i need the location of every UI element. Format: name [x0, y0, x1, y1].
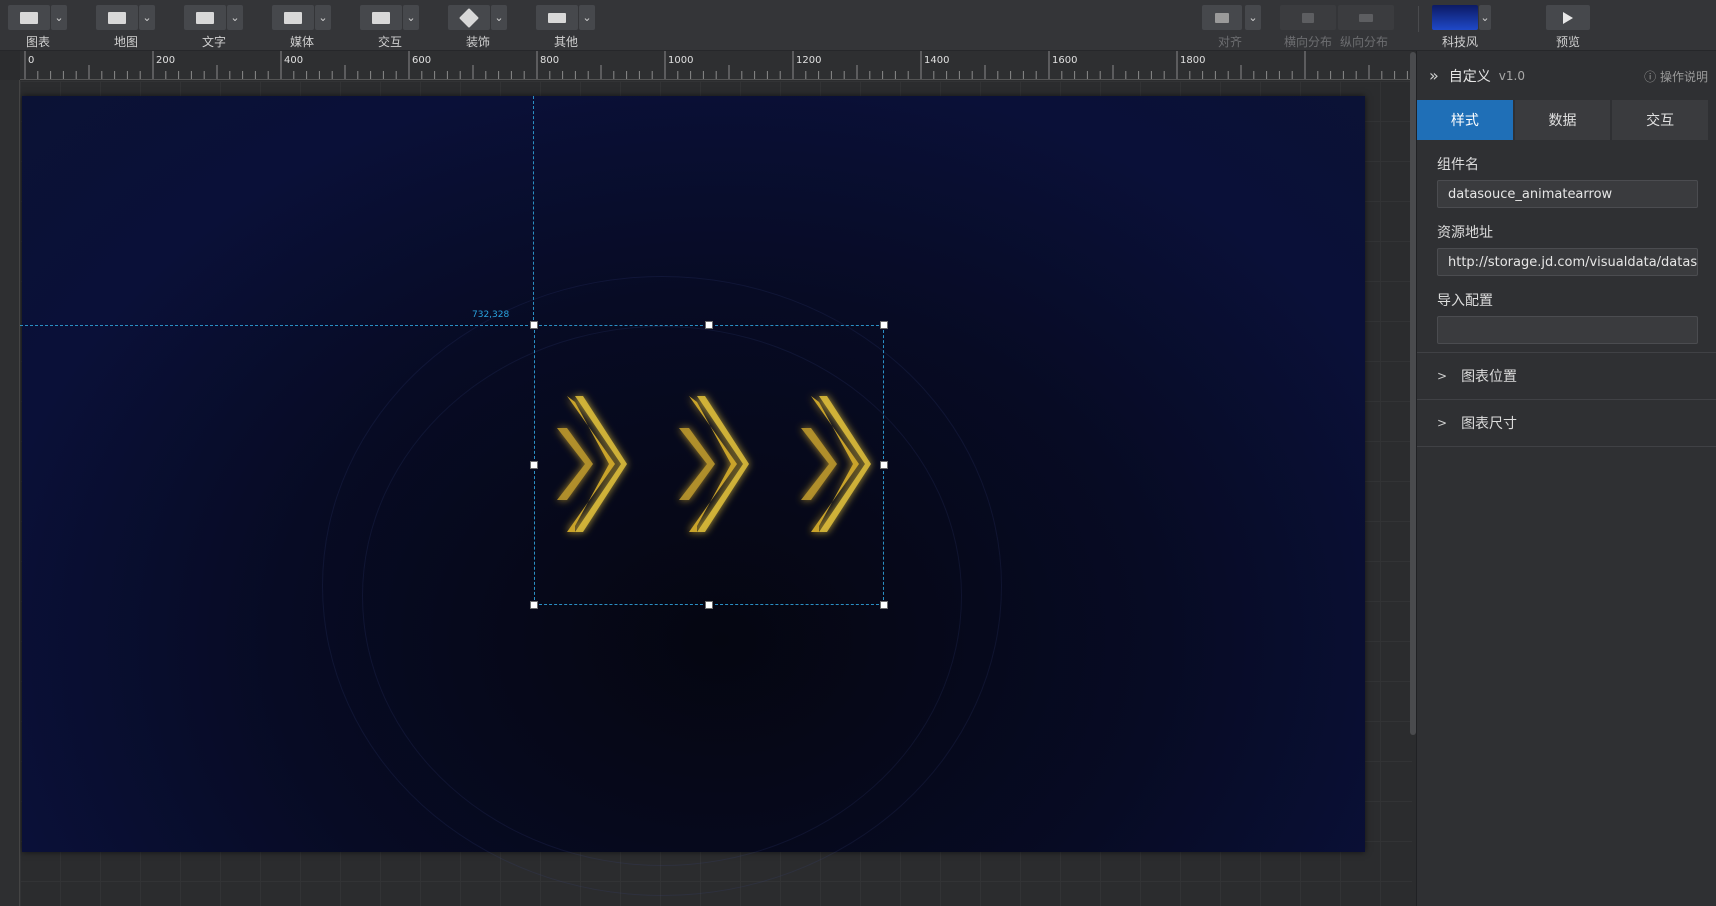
distribute-vertical-icon[interactable]: [1338, 5, 1394, 30]
resource-url-label: 资源地址: [1437, 225, 1493, 241]
theme-selector[interactable]: ⌄ 科技风: [1432, 5, 1492, 51]
ruler-label: 800: [540, 55, 559, 66]
resize-handle-sw[interactable]: [530, 601, 538, 609]
chevron-down-icon[interactable]: ⌄: [227, 5, 243, 30]
import-config-label: 导入配置: [1437, 293, 1493, 309]
media-icon[interactable]: [272, 5, 314, 30]
guide-line-horizontal: [20, 325, 533, 326]
chevron-down-icon[interactable]: ⌄: [1479, 5, 1491, 30]
component-name-input[interactable]: datasouce_animatearrow: [1437, 180, 1698, 208]
ruler-label: 1600: [1052, 55, 1077, 66]
chevron-down-icon[interactable]: ⌄: [139, 5, 155, 30]
resize-handle-n[interactable]: [705, 321, 713, 329]
chevron-down-icon[interactable]: ⌄: [579, 5, 595, 30]
ruler-label: 1800: [1180, 55, 1205, 66]
tool-decoration[interactable]: ⌄ 装饰: [448, 5, 508, 51]
arrow-icon: [557, 396, 627, 532]
info-icon: ⓘ: [1644, 70, 1660, 84]
chevron-down-icon[interactable]: ⌄: [403, 5, 419, 30]
section-divider: [1417, 446, 1716, 447]
more-icon[interactable]: [536, 5, 578, 30]
arrow-icon: [679, 396, 749, 532]
tool-text[interactable]: ⌄ 文字: [184, 5, 244, 51]
distribute-horizontal-icon[interactable]: [1280, 5, 1336, 30]
property-panel: » 自定义 v1.0 ⓘ 操作说明 样式 数据 交互 组件名 datasouce…: [1416, 51, 1716, 906]
double-chevron-right-icon[interactable]: »: [1429, 66, 1439, 85]
section-chart-position[interactable]: > 图表位置: [1417, 352, 1716, 399]
chevron-down-icon[interactable]: ⌄: [51, 5, 67, 30]
ruler-label: 600: [412, 55, 431, 66]
text-icon[interactable]: [184, 5, 226, 30]
horizontal-ruler: 0 200 400 600 800 1000 1200 1400 1600 1800: [20, 51, 1412, 80]
tool-hdist[interactable]: 横向分布: [1280, 5, 1340, 51]
panel-header: » 自定义 v1.0 ⓘ 操作说明: [1417, 51, 1716, 100]
ruler-label: 1400: [924, 55, 949, 66]
import-config-input[interactable]: [1437, 316, 1698, 344]
resize-handle-e[interactable]: [880, 461, 888, 469]
resize-handle-nw[interactable]: [530, 321, 538, 329]
theme-thumbnail[interactable]: [1432, 5, 1478, 30]
chart-icon[interactable]: [8, 5, 50, 30]
resize-handle-ne[interactable]: [880, 321, 888, 329]
selected-component[interactable]: [530, 321, 888, 609]
chevron-down-icon[interactable]: ⌄: [315, 5, 331, 30]
tab-interaction[interactable]: 交互: [1612, 100, 1709, 140]
ruler-label: 1000: [668, 55, 693, 66]
toolbar-divider: [1418, 6, 1419, 32]
ruler-scale: 0 200 400 600 800 1000 1200 1400 1600 1800: [24, 51, 1408, 79]
ruler-label: 1200: [796, 55, 821, 66]
chevron-right-icon: >: [1437, 369, 1448, 383]
map-icon[interactable]: [96, 5, 138, 30]
section-chart-size[interactable]: > 图表尺寸: [1417, 399, 1716, 446]
resize-handle-s[interactable]: [705, 601, 713, 609]
resize-handle-se[interactable]: [880, 601, 888, 609]
interaction-icon[interactable]: [360, 5, 402, 30]
tool-vdist[interactable]: 纵向分布: [1338, 5, 1398, 51]
resource-url-input[interactable]: http://storage.jd.com/visualdata/datas: [1437, 248, 1698, 276]
guide-line-vertical: [533, 96, 534, 325]
chevron-down-icon[interactable]: ⌄: [1245, 5, 1261, 30]
panel-title: 自定义: [1448, 68, 1491, 85]
coordinate-label: 732,328: [472, 310, 510, 320]
component-name-label: 组件名: [1437, 157, 1479, 173]
tool-media[interactable]: ⌄ 媒体: [272, 5, 332, 51]
panel-tabs: 样式 数据 交互: [1417, 100, 1710, 140]
resize-handle-w[interactable]: [530, 461, 538, 469]
align-left-icon[interactable]: [1202, 5, 1242, 30]
ruler-label: 200: [156, 55, 175, 66]
tool-chart[interactable]: ⌄ 图表: [8, 5, 68, 51]
chevron-down-icon[interactable]: ⌄: [491, 5, 507, 30]
tab-data[interactable]: 数据: [1514, 100, 1611, 140]
tool-preview[interactable]: 预览: [1546, 5, 1606, 51]
tool-interaction[interactable]: ⌄ 交互: [360, 5, 420, 51]
help-link[interactable]: ⓘ 操作说明: [1644, 68, 1708, 85]
top-toolbar: ⌄ 图表 ⌄ 地图 ⌄ 文字 ⌄ 媒体 ⌄ 交互 ⌄ 装饰 ⌄ 其他 ⌄ 对齐 …: [0, 0, 1716, 51]
ruler-label: 400: [284, 55, 303, 66]
version-label: v1.0: [1498, 68, 1525, 83]
ruler-label: 0: [28, 55, 34, 66]
chevron-right-icon: >: [1437, 416, 1448, 430]
play-icon[interactable]: [1546, 5, 1590, 30]
vertical-ruler: [0, 80, 20, 906]
tool-map[interactable]: ⌄ 地图: [96, 5, 156, 51]
tab-style[interactable]: 样式: [1417, 100, 1513, 140]
arrow-icon: [801, 396, 871, 532]
tool-more[interactable]: ⌄ 其他: [536, 5, 596, 51]
decoration-icon[interactable]: [448, 5, 490, 30]
editor-app: ⌄ 图表 ⌄ 地图 ⌄ 文字 ⌄ 媒体 ⌄ 交互 ⌄ 装饰 ⌄ 其他 ⌄ 对齐 …: [0, 0, 1716, 906]
animate-arrow-component[interactable]: [535, 326, 883, 604]
tool-align[interactable]: ⌄ 对齐: [1202, 5, 1262, 51]
